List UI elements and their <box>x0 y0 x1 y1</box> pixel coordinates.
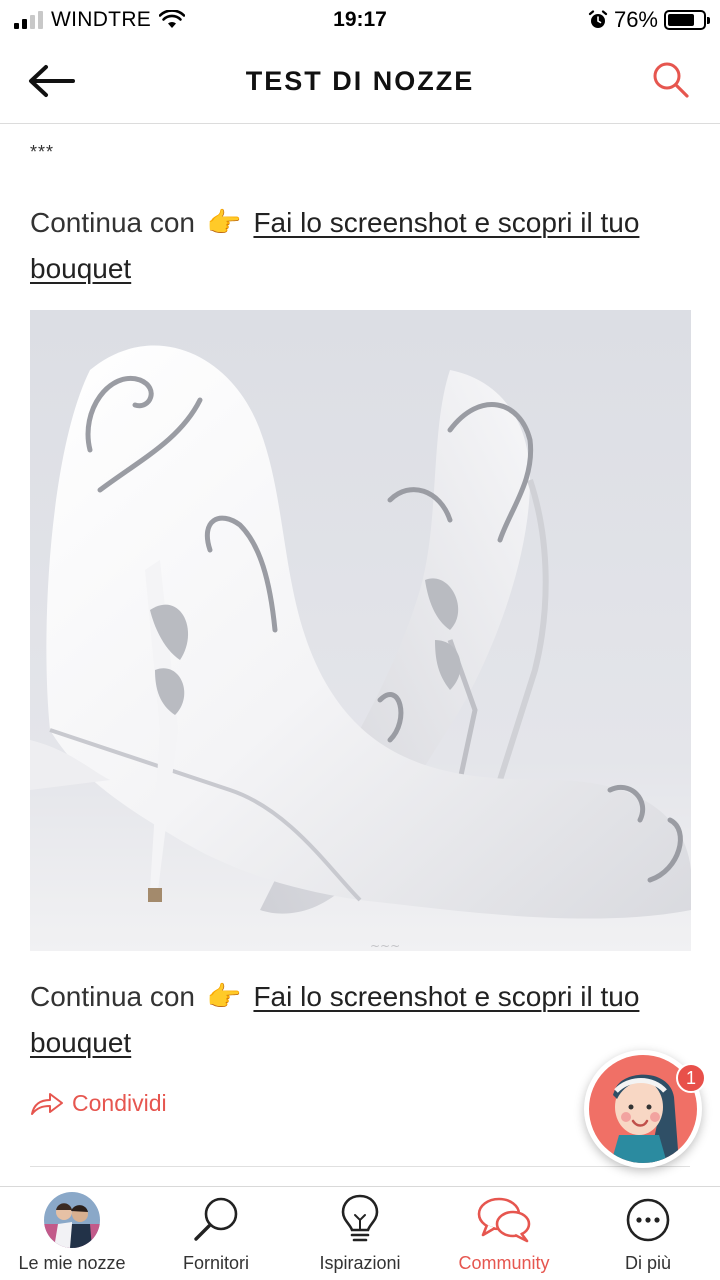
continue-prefix: Continua con <box>30 207 196 238</box>
continue-paragraph-bottom: Continua con 👉 Fai lo screenshot e scopr… <box>30 974 695 1066</box>
chat-bubbles-icon <box>477 1197 531 1243</box>
battery-fill <box>668 14 694 26</box>
avatar <box>44 1192 100 1248</box>
search-icon <box>194 1197 238 1241</box>
nav-label: Fornitori <box>182 1253 249 1273</box>
alarm-icon <box>588 10 608 28</box>
battery-percent: 76% <box>613 7 658 32</box>
cellular-signal-icon <box>14 11 43 29</box>
nav-item-more[interactable]: Di più <box>576 1187 720 1280</box>
nav-label: Ispirazioni <box>319 1253 401 1273</box>
nav-item-my-wedding[interactable]: Le mie nozze <box>0 1187 144 1280</box>
separator-text: *** <box>30 142 55 162</box>
nav-label: Di più <box>624 1253 672 1273</box>
nav-label: Community <box>458 1253 550 1273</box>
bottom-nav: Le mie nozze Fornitori Ispirazioni Commu… <box>0 1186 720 1280</box>
carrier-name: WINDTRE <box>51 8 152 31</box>
pointing-hand-icon: 👉 <box>206 981 242 1012</box>
page-title: TEST DI NOZZE <box>245 66 475 96</box>
continue-paragraph-top: Continua con 👉 Fai lo screenshot e scopr… <box>30 200 695 292</box>
wifi-icon <box>159 10 186 28</box>
nav-item-community[interactable]: Community <box>432 1187 576 1280</box>
divider <box>30 1166 690 1167</box>
nav-item-vendors[interactable]: Fornitori <box>144 1187 288 1280</box>
continue-prefix: Continua con <box>30 981 196 1012</box>
share-button[interactable]: Condividi <box>30 1090 167 1117</box>
pointing-hand-icon: 👉 <box>206 207 242 238</box>
search-icon[interactable] <box>650 60 690 100</box>
battery-icon <box>664 10 710 30</box>
app-header: TEST DI NOZZE <box>0 40 720 124</box>
wedding-shoes-image: ~~~ <box>30 310 691 951</box>
share-arrow-icon <box>31 1092 63 1115</box>
back-button[interactable] <box>24 58 78 104</box>
notification-badge: 1 <box>676 1063 706 1093</box>
nav-item-inspiration[interactable]: Ispirazioni <box>288 1187 432 1280</box>
nav-label: Le mie nozze <box>18 1253 126 1273</box>
wedding-shoes-illustration: ~~~ <box>30 310 691 951</box>
arrow-left-icon <box>29 65 75 97</box>
share-label: Condividi <box>72 1090 167 1116</box>
svg-text:~~~: ~~~ <box>370 939 400 951</box>
lightbulb-icon <box>341 1194 379 1242</box>
more-icon <box>626 1198 670 1242</box>
status-bar: WINDTRE 19:17 76% <box>0 0 720 40</box>
post-content: *** Continua con 👉 Fai lo screenshot e s… <box>0 124 720 1170</box>
